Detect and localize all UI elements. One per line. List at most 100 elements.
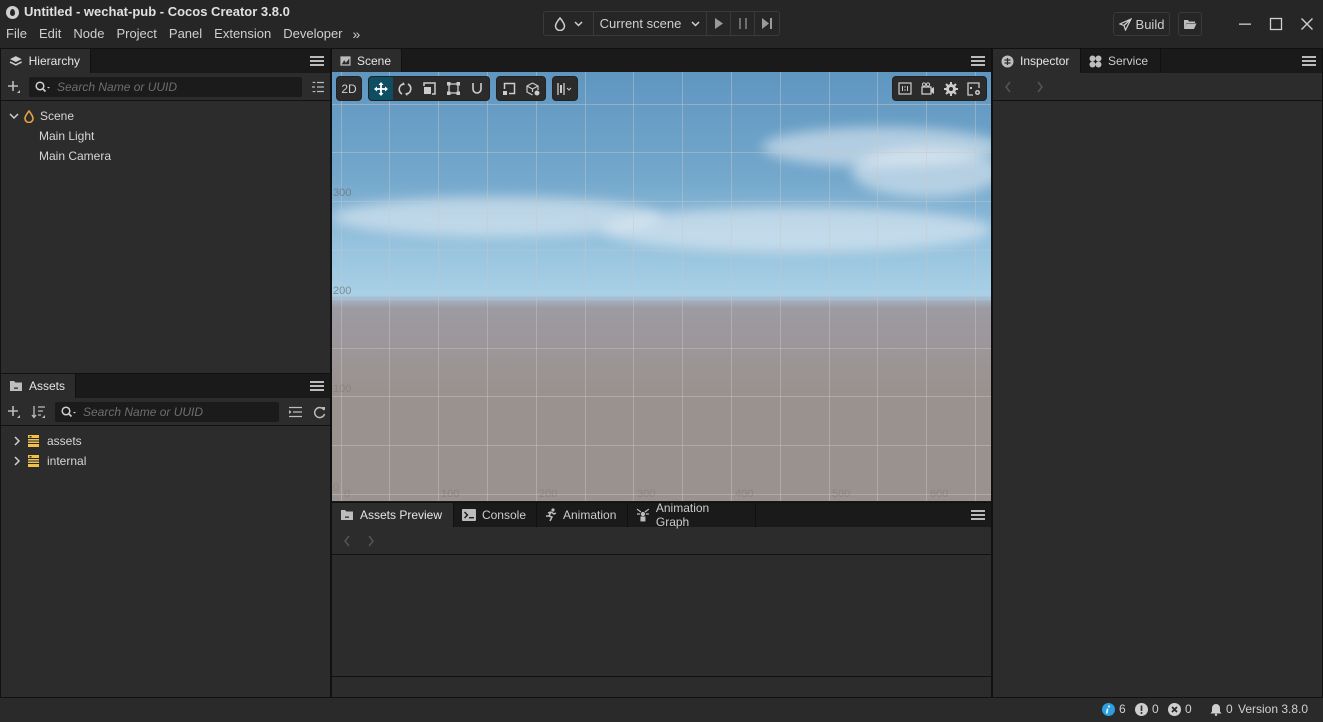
- tab-scene[interactable]: Scene: [332, 49, 402, 73]
- tab-label: Hierarchy: [28, 54, 80, 68]
- notification-indicator[interactable]: 0: [1210, 702, 1233, 716]
- chevron-right-icon[interactable]: [13, 436, 21, 446]
- rect-tool-button[interactable]: [441, 77, 465, 100]
- hamburger-menu-icon[interactable]: [971, 508, 985, 522]
- pivot-button[interactable]: [497, 77, 521, 100]
- assets-search-input[interactable]: Search Name or UUID: [55, 402, 279, 422]
- menu-more-icon[interactable]: »: [349, 25, 361, 43]
- play-button[interactable]: [707, 12, 731, 35]
- refresh-button[interactable]: [310, 403, 328, 421]
- scene-image-icon: [340, 56, 351, 66]
- error-count-indicator[interactable]: 0: [1168, 702, 1192, 716]
- assets-panel: Assets Search Name or UUID assets intern…: [0, 373, 331, 698]
- scene-select[interactable]: Current scene: [594, 12, 707, 35]
- collapse-all-button[interactable]: [309, 78, 327, 96]
- warning-count-indicator[interactable]: 0: [1135, 702, 1159, 716]
- close-icon: [1301, 18, 1313, 30]
- tree-item-label: Scene: [40, 109, 75, 123]
- hierarchy-panel: Hierarchy Search Name or UUID Scene Main…: [0, 48, 331, 374]
- pause-button[interactable]: [731, 12, 755, 35]
- sort-button[interactable]: [29, 403, 47, 421]
- maximize-button[interactable]: [1264, 12, 1288, 36]
- forward-arrow-icon[interactable]: [367, 535, 375, 547]
- tree-item-scene[interactable]: Scene: [9, 106, 74, 126]
- menu-panel[interactable]: Panel: [163, 25, 208, 43]
- chevron-right-icon[interactable]: [13, 456, 21, 466]
- align-button[interactable]: [553, 77, 577, 100]
- tab-service[interactable]: Service: [1081, 49, 1161, 73]
- coordinate-button[interactable]: [521, 77, 545, 100]
- menu-node[interactable]: Node: [67, 25, 110, 43]
- tab-console[interactable]: Console: [454, 503, 537, 527]
- menu-developer[interactable]: Developer: [277, 25, 348, 43]
- list-collapse-icon: [288, 406, 302, 418]
- menu-project[interactable]: Project: [110, 25, 162, 43]
- snap-tool-button[interactable]: [465, 77, 489, 100]
- tab-hierarchy[interactable]: Hierarchy: [1, 49, 91, 73]
- running-figure-icon: [546, 508, 557, 522]
- error-count: 0: [1185, 702, 1192, 716]
- scene-tabbar: Scene: [332, 49, 991, 73]
- info-count-indicator[interactable]: 6: [1102, 702, 1126, 716]
- hamburger-menu-icon[interactable]: [971, 54, 985, 68]
- database-icon: [28, 435, 39, 447]
- open-project-button[interactable]: [1178, 12, 1202, 36]
- grid-line-horizontal: [332, 299, 991, 300]
- gear-icon: [944, 81, 959, 96]
- back-arrow-icon[interactable]: [1004, 81, 1012, 93]
- move-tool-button[interactable]: [369, 77, 393, 100]
- transform-tools-group: [368, 76, 490, 101]
- step-button[interactable]: [755, 12, 779, 35]
- scene-settings-button[interactable]: [963, 77, 986, 100]
- scene-viewport[interactable]: 300 200 100 0 0 100 200 300 400 500 600 …: [332, 72, 991, 501]
- bell-icon: [1210, 703, 1222, 716]
- rotate-tool-button[interactable]: [393, 77, 417, 100]
- camera-button[interactable]: [916, 77, 939, 100]
- add-node-button[interactable]: [5, 78, 23, 96]
- platform-select[interactable]: [544, 12, 594, 35]
- minimize-button[interactable]: [1233, 12, 1257, 36]
- menu-file[interactable]: File: [0, 25, 33, 43]
- chevron-down-icon[interactable]: [9, 112, 19, 120]
- rotate-icon: [398, 81, 412, 96]
- grid-line-vertical: [633, 72, 634, 501]
- inspector-icon: [1001, 55, 1014, 67]
- hamburger-menu-icon[interactable]: [310, 379, 324, 393]
- tree-item-main-camera[interactable]: Main Camera: [39, 146, 111, 166]
- build-button[interactable]: Build: [1113, 12, 1170, 36]
- toggle-2d-button[interactable]: 2D: [337, 77, 361, 100]
- assets-toolbar: Search Name or UUID: [1, 398, 330, 426]
- scale-tool-button[interactable]: [417, 77, 441, 100]
- grid-line-vertical: [438, 72, 439, 501]
- tab-label: Scene: [356, 54, 391, 68]
- close-button[interactable]: [1295, 12, 1319, 36]
- back-arrow-icon[interactable]: [343, 535, 351, 547]
- tab-inspector[interactable]: Inspector: [993, 49, 1081, 73]
- cloud: [602, 207, 991, 252]
- maximize-icon: [1269, 17, 1283, 31]
- tree-item-assets[interactable]: assets: [13, 431, 82, 451]
- magnet-icon: [472, 83, 482, 94]
- title-bar: Untitled - wechat-pub - Cocos Creator 3.…: [0, 0, 1323, 48]
- tab-label: Animation Graph: [655, 501, 710, 529]
- play-icon: [714, 18, 723, 29]
- add-asset-button[interactable]: [5, 403, 23, 421]
- menu-edit[interactable]: Edit: [33, 25, 67, 43]
- tab-animation[interactable]: Animation: [537, 503, 628, 527]
- hierarchy-search-input[interactable]: Search Name or UUID: [29, 77, 302, 97]
- grid-line-vertical: [731, 72, 732, 501]
- grid-line-vertical: [389, 72, 390, 501]
- forward-arrow-icon[interactable]: [1036, 81, 1044, 93]
- tree-item-main-light[interactable]: Main Light: [39, 126, 94, 146]
- hamburger-menu-icon[interactable]: [310, 54, 324, 68]
- animation-graph-icon: [636, 508, 650, 522]
- menu-extension[interactable]: Extension: [208, 25, 277, 43]
- collapse-all-button[interactable]: [286, 403, 304, 421]
- tab-assets-preview[interactable]: Assets Preview: [332, 503, 454, 527]
- tree-item-internal[interactable]: internal: [13, 451, 86, 471]
- tab-assets[interactable]: Assets: [1, 374, 76, 398]
- resolution-button[interactable]: [893, 77, 916, 100]
- tab-animation-graph[interactable]: Animation Graph: [628, 501, 756, 529]
- settings-button[interactable]: [940, 77, 963, 100]
- hamburger-menu-icon[interactable]: [1302, 54, 1316, 68]
